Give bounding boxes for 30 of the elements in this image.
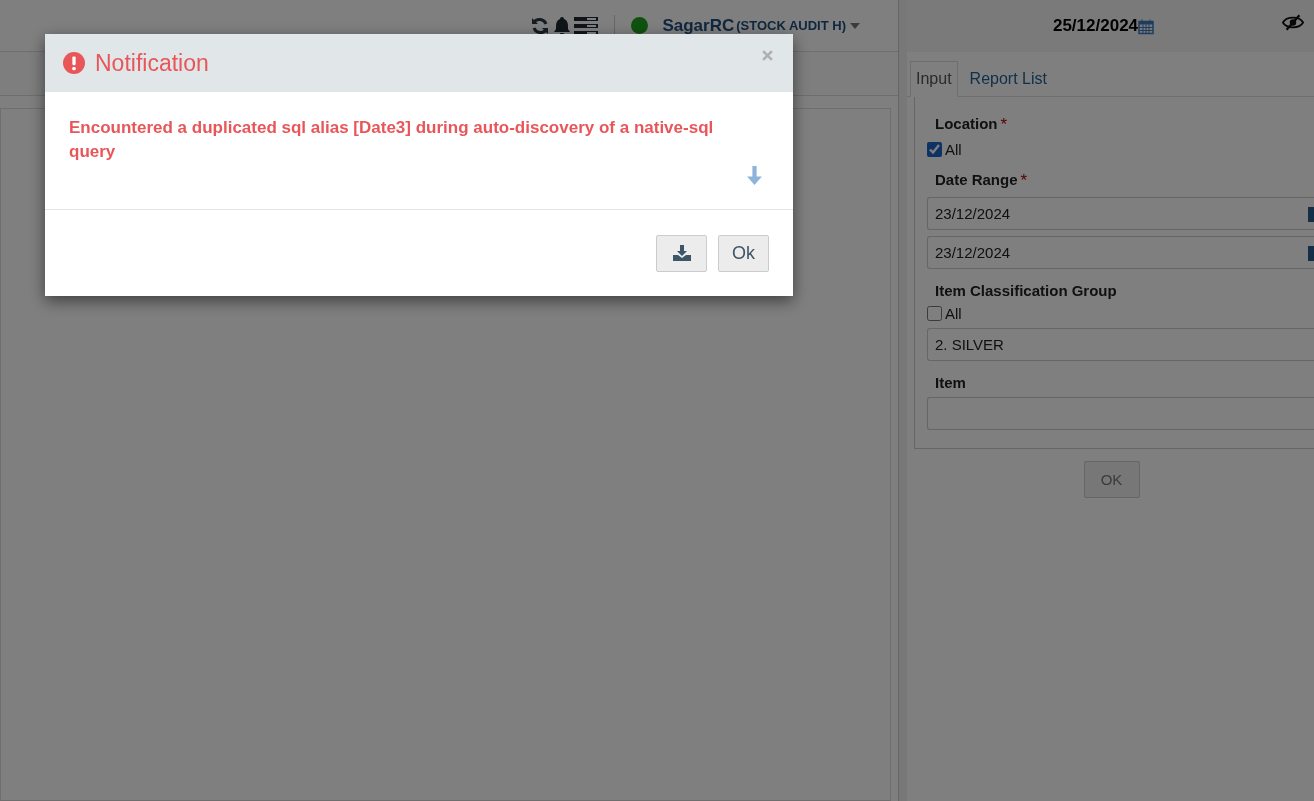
bell-icon[interactable] xyxy=(552,15,573,36)
field-label: Date Range xyxy=(935,171,1018,188)
required-mark: * xyxy=(1000,115,1008,135)
company-name[interactable]: (STOCK AUDIT H) xyxy=(736,18,846,33)
ok-button[interactable]: Ok xyxy=(718,234,769,272)
checkbox[interactable] xyxy=(927,142,942,157)
dialog-title: Notification xyxy=(95,49,209,77)
input-field[interactable]: 2. SILVER xyxy=(927,328,1314,361)
input-field[interactable] xyxy=(927,397,1314,430)
refresh-icon[interactable] xyxy=(530,15,551,36)
tab[interactable]: Report List xyxy=(963,61,1053,97)
checkbox[interactable] xyxy=(927,306,942,321)
checkbox-label: All xyxy=(945,141,962,158)
tab[interactable]: Input xyxy=(910,61,958,97)
error-message: Encountered a duplicated sql alias [Date3] during auto-discovery of a native-sql query xyxy=(69,117,715,163)
current-date: 25/12/2024 xyxy=(1052,16,1139,36)
checkbox-label: All xyxy=(945,305,962,322)
ok-button[interactable]: OK xyxy=(1083,461,1140,498)
download-icon xyxy=(672,245,691,261)
field-label: Item Classification Group xyxy=(935,282,1117,299)
eye-slash-icon[interactable] xyxy=(1282,14,1304,31)
required-mark: * xyxy=(1020,171,1028,191)
list-icon[interactable] xyxy=(574,15,599,36)
download-button[interactable] xyxy=(656,234,707,272)
field-label: Location xyxy=(935,115,998,132)
user-name[interactable]: SagarRC xyxy=(662,15,735,36)
down-arrow-icon[interactable] xyxy=(747,166,762,185)
exclamation-icon xyxy=(63,52,85,74)
field-label: Item xyxy=(935,374,966,391)
caret-icon[interactable] xyxy=(850,22,860,29)
